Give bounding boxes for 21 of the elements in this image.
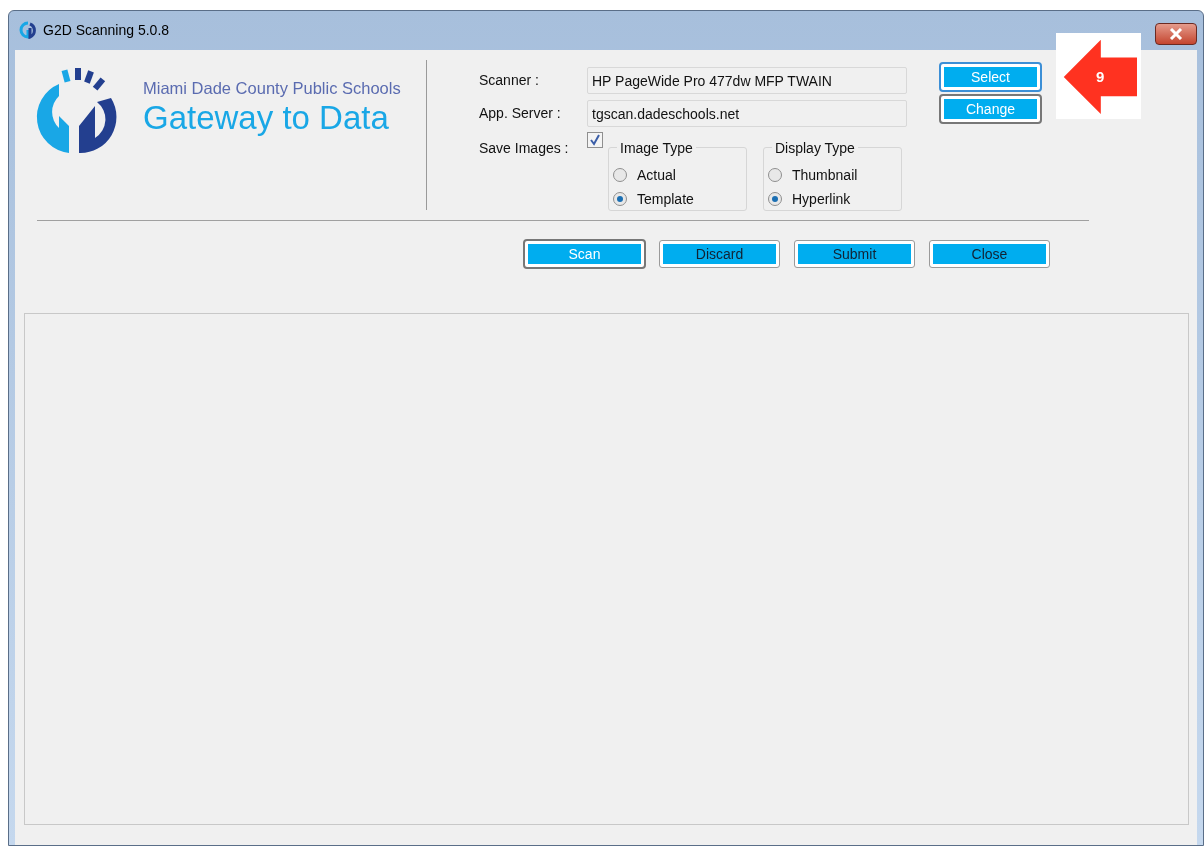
save-images-checkbox[interactable] [587, 132, 603, 148]
radio-option[interactable]: Template [613, 187, 746, 211]
app-icon [19, 21, 37, 39]
field-label: Scanner : [479, 71, 540, 90]
logo-title: Gateway to Data [143, 100, 390, 134]
radio-option[interactable]: Actual [613, 163, 746, 187]
close-button[interactable] [1155, 23, 1197, 45]
window-title: G2D Scanning 5.0.8 [43, 20, 170, 40]
action-button[interactable]: Discard [660, 241, 779, 267]
close-icon [1169, 28, 1183, 40]
action-button[interactable]: Submit [795, 241, 914, 267]
callout-number: 9 [1096, 67, 1105, 87]
action-button[interactable]: Close [930, 241, 1049, 267]
logo-subtitle: Miami Dade County Public Schools [143, 78, 401, 99]
text-field[interactable]: tgscan.dadeschools.net [587, 100, 907, 127]
field-label: Save Images : [479, 139, 570, 158]
radio-option[interactable]: Thumbnail [768, 163, 901, 187]
radio-option[interactable]: Hyperlink [768, 187, 901, 211]
text-field[interactable]: HP PageWide Pro 477dw MFP TWAIN [587, 67, 907, 94]
field-label: App. Server : [479, 104, 562, 123]
arrow-icon [1062, 38, 1137, 114]
